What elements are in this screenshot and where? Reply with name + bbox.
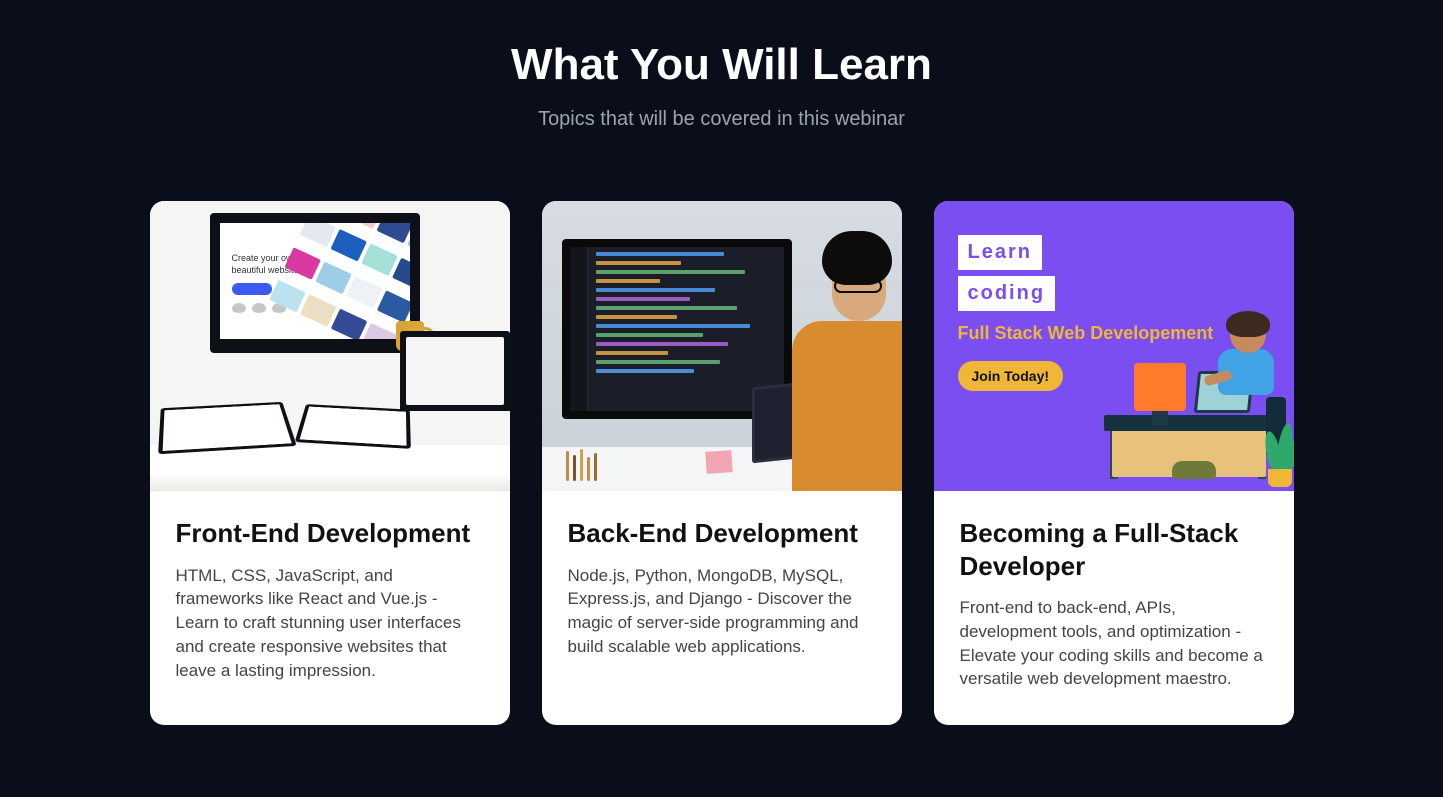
card-backend: Back-End Development Node.js, Python, Mo… xyxy=(542,201,902,725)
shoe-icon xyxy=(1172,461,1216,479)
card-description: HTML, CSS, JavaScript, and frameworks li… xyxy=(176,564,484,683)
card-title: Becoming a Full-Stack Developer xyxy=(960,517,1268,582)
card-image-fullstack: Learn coding Full Stack Web Developement… xyxy=(934,201,1294,491)
cards-row: Create your own beautiful website xyxy=(142,201,1302,725)
tablet-icon xyxy=(294,404,410,449)
section-subheading: Topics that will be covered in this webi… xyxy=(142,108,1302,131)
tablet-icon xyxy=(158,402,297,454)
monitor-icon xyxy=(1134,363,1186,411)
desktop-monitor-icon: Create your own beautiful website xyxy=(210,213,420,353)
sticky-note-icon xyxy=(705,450,732,474)
illustration-cta: Join Today! xyxy=(958,361,1064,391)
section-heading: What You Will Learn xyxy=(142,40,1302,90)
card-frontend: Create your own beautiful website xyxy=(150,201,510,725)
card-image-frontend: Create your own beautiful website xyxy=(150,201,510,491)
laptop-icon xyxy=(400,331,510,411)
card-description: Front-end to back-end, APIs, development… xyxy=(960,596,1268,691)
card-description: Node.js, Python, MongoDB, MySQL, Express… xyxy=(568,564,876,659)
character-icon xyxy=(1210,317,1280,427)
plant-icon xyxy=(1260,425,1294,487)
card-title: Front-End Development xyxy=(176,517,484,550)
pencil-cup-icon xyxy=(566,451,656,481)
developer-person-icon xyxy=(782,211,902,491)
card-title: Back-End Development xyxy=(568,517,876,550)
learn-section: What You Will Learn Topics that will be … xyxy=(122,40,1322,725)
mock-cta-icon xyxy=(232,283,272,295)
illustration-badge: coding xyxy=(958,276,1056,311)
card-image-backend xyxy=(542,201,902,491)
illustration-badge: Learn xyxy=(958,235,1042,270)
card-fullstack: Learn coding Full Stack Web Developement… xyxy=(934,201,1294,725)
